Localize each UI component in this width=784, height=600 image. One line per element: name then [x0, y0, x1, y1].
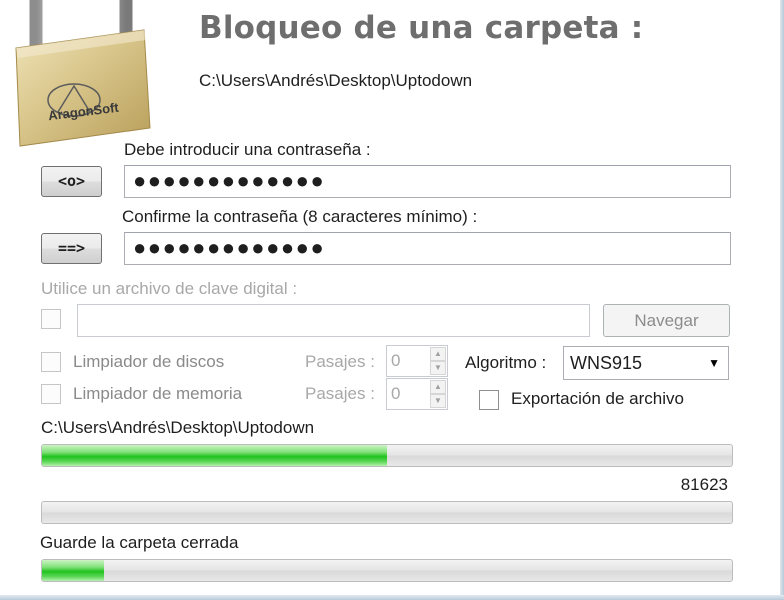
spin-down-icon[interactable]: ▼	[430, 361, 446, 375]
padlock-logo-icon: AragonSoft	[8, 0, 158, 150]
disk-cleaner-checkbox[interactable]	[41, 352, 61, 372]
export-file-label: Exportación de archivo	[511, 389, 684, 408]
progress-bar-secondary	[41, 501, 733, 524]
spin-down-icon[interactable]: ▼	[430, 394, 446, 408]
browse-button[interactable]: Navegar	[603, 304, 730, 337]
memory-passes-value: 0	[391, 384, 401, 403]
progress-path: C:\Users\Andrés\Desktop\Uptodown	[41, 418, 315, 437]
export-file-checkbox[interactable]	[479, 390, 499, 410]
confirm-password-field[interactable]: ●●●●●●●●●●●●●	[124, 232, 731, 265]
keyfile-path-input[interactable]	[77, 304, 590, 337]
disk-cleaner-label: Limpiador de discos	[73, 352, 225, 371]
disk-passes-label: Pasajes :	[305, 352, 375, 371]
disk-passes-value: 0	[391, 351, 401, 370]
keyfile-checkbox[interactable]	[41, 309, 61, 329]
spin-up-icon[interactable]: ▲	[430, 347, 446, 361]
memory-cleaner-label: Limpiador de memoria	[73, 384, 243, 403]
memory-cleaner-checkbox[interactable]	[41, 384, 61, 404]
progress-bar-main	[41, 444, 733, 467]
window-right-edge	[780, 0, 784, 600]
folder-path: C:\Users\Andrés\Desktop\Uptodown	[199, 71, 473, 90]
memory-passes-stepper[interactable]: 0 ▲ ▼	[386, 378, 448, 410]
spin-up-icon[interactable]: ▲	[430, 380, 446, 394]
status-text: Guarde la carpeta cerrada	[40, 533, 239, 552]
window-bottom-edge	[0, 595, 784, 600]
keyfile-label: Utilice un archivo de clave digital :	[41, 279, 298, 298]
confirm-arrow-button[interactable]: ==>	[41, 233, 102, 264]
progress-fill	[42, 445, 387, 466]
show-password-button[interactable]: <o>	[41, 166, 102, 197]
page-title: Bloqueo de una carpeta :	[199, 10, 644, 46]
confirm-password-label: Confirme la contraseña (8 caracteres mín…	[122, 207, 478, 226]
progress-bar-status	[41, 559, 733, 582]
progress-counter: 81623	[680, 475, 728, 494]
algorithm-label: Algoritmo :	[465, 353, 547, 372]
disk-passes-stepper[interactable]: 0 ▲ ▼	[386, 345, 448, 377]
chevron-down-icon: ▼	[708, 356, 720, 370]
password-field[interactable]: ●●●●●●●●●●●●●	[124, 165, 731, 198]
memory-passes-label: Pasajes :	[305, 384, 375, 403]
password-label: Debe introducir una contraseña :	[124, 140, 371, 159]
algorithm-select[interactable]: WNS915 ▼	[563, 346, 729, 380]
progress-fill	[42, 560, 105, 581]
algorithm-value: WNS915	[570, 353, 643, 373]
